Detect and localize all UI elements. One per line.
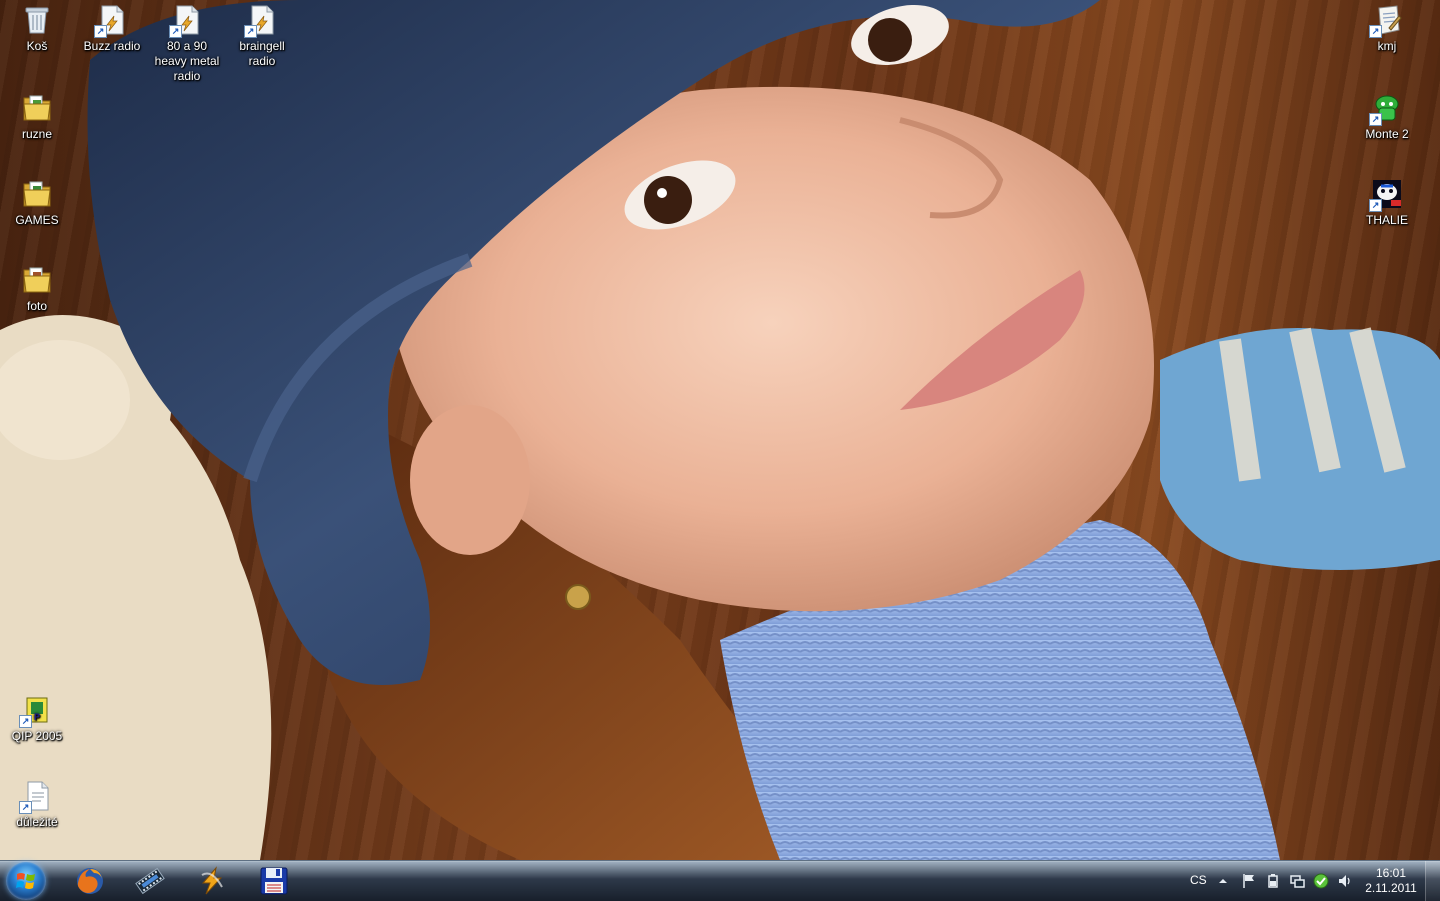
- icon-label: ruzne: [21, 127, 53, 141]
- desktop-icon-monte-2[interactable]: ↗ Monte 2: [1350, 92, 1424, 142]
- taskbar: CS 16:01 2.11.2011: [0, 860, 1440, 901]
- earring: [565, 584, 591, 610]
- desktop-icon-buzz-radio[interactable]: ↗ Buzz radio: [75, 4, 149, 54]
- shortcut-arrow-icon: ↗: [1369, 113, 1382, 126]
- theater-shortcut-icon: ↗: [1369, 178, 1403, 212]
- icon-label: foto: [26, 299, 47, 313]
- clock-time: 16:01: [1375, 866, 1407, 880]
- shortcut-arrow-icon: ↗: [19, 715, 32, 728]
- desktop-icon-games[interactable]: GAMES: [0, 178, 74, 228]
- recycle-bin-icon: [21, 4, 53, 36]
- system-tray: CS 16:01 2.11.2011: [1170, 861, 1440, 901]
- shortcut-arrow-icon: ↗: [169, 25, 182, 38]
- desktop-icon-kmj[interactable]: ↗ kmj: [1350, 4, 1424, 54]
- notepad-shortcut-icon: ↗: [1369, 4, 1403, 38]
- desktop-icon-recycle-bin[interactable]: Koš: [0, 4, 74, 54]
- icon-label: QIP 2005: [11, 729, 63, 743]
- winamp-playlist-icon: ↗: [244, 4, 278, 38]
- action-center-flag-icon: [1243, 874, 1254, 888]
- desktop-icon-thalie[interactable]: ↗ THALIE: [1350, 178, 1424, 228]
- action-center-button[interactable]: [1240, 873, 1258, 889]
- network-icon: [1290, 875, 1305, 888]
- start-button[interactable]: [6, 862, 46, 900]
- icon-label: kmj: [1377, 39, 1397, 53]
- floppy-disk-icon: [260, 867, 288, 895]
- desktop-icon-ruzne[interactable]: ruzne: [0, 92, 74, 142]
- power-icon: [1268, 874, 1278, 888]
- show-desktop-button[interactable]: [1425, 861, 1440, 901]
- taskbar-winamp[interactable]: [184, 862, 240, 900]
- windows-logo-icon: [16, 873, 35, 889]
- taskbar-save[interactable]: [246, 862, 302, 900]
- folder-icon: [21, 264, 53, 296]
- shortcut-arrow-icon: ↗: [244, 25, 257, 38]
- desktop-icon-braingell-radio[interactable]: ↗ braingell radio: [225, 4, 299, 69]
- taskbar-media[interactable]: [122, 862, 178, 900]
- desktop-icon-qip[interactable]: P ↗ QIP 2005: [0, 694, 74, 744]
- folder-icon: [21, 178, 53, 210]
- taskbar-clock[interactable]: 16:01 2.11.2011: [1360, 866, 1422, 896]
- qip-icon: P ↗: [19, 694, 53, 728]
- icon-label: THALIE: [1365, 213, 1408, 227]
- svg-text:P: P: [34, 712, 40, 722]
- folder-icon: [21, 92, 53, 124]
- icon-label: důležité: [16, 815, 58, 829]
- icon-label: Monte 2: [1365, 127, 1409, 141]
- document-shortcut-icon: ↗: [19, 780, 53, 814]
- icon-label: 80 a 90 heavy metal radio: [154, 39, 220, 83]
- desktop-icon-foto[interactable]: foto: [0, 264, 74, 314]
- show-hidden-icons-button[interactable]: [1216, 873, 1230, 889]
- wallpaper-photo: [0, 0, 1440, 860]
- game-shortcut-icon: ↗: [1369, 92, 1403, 126]
- taskbar-firefox[interactable]: [62, 862, 118, 900]
- winamp-playlist-icon: ↗: [94, 4, 128, 38]
- volume-button[interactable]: [1336, 873, 1354, 889]
- winamp-playlist-icon: ↗: [169, 4, 203, 38]
- icon-label: GAMES: [15, 213, 59, 227]
- clock-date: 2.11.2011: [1365, 881, 1417, 895]
- shortcut-arrow-icon: ↗: [1369, 25, 1382, 38]
- show-hidden-arrow-icon: [1219, 879, 1227, 883]
- antivirus-icon: [1313, 873, 1329, 889]
- desktop-wallpaper: [0, 0, 1440, 860]
- shortcut-arrow-icon: ↗: [94, 25, 107, 38]
- language-indicator[interactable]: CS: [1190, 872, 1207, 888]
- desktop-icon-heavy-metal-radio[interactable]: ↗ 80 a 90 heavy metal radio: [150, 4, 224, 84]
- shortcut-arrow-icon: ↗: [19, 801, 32, 814]
- firefox-icon: [77, 868, 103, 894]
- icon-label: braingell radio: [239, 39, 285, 68]
- network-button[interactable]: [1288, 873, 1306, 889]
- icon-label: Koš: [26, 39, 48, 53]
- film-strip-icon: [135, 867, 165, 895]
- power-button[interactable]: [1264, 873, 1282, 889]
- icon-label: Buzz radio: [83, 39, 141, 53]
- volume-icon: [1339, 875, 1350, 887]
- shortcut-arrow-icon: ↗: [1369, 199, 1382, 212]
- antivirus-button[interactable]: [1312, 873, 1330, 889]
- winamp-icon: [201, 866, 223, 895]
- desktop-icon-dulezite[interactable]: ↗ důležité: [0, 780, 74, 830]
